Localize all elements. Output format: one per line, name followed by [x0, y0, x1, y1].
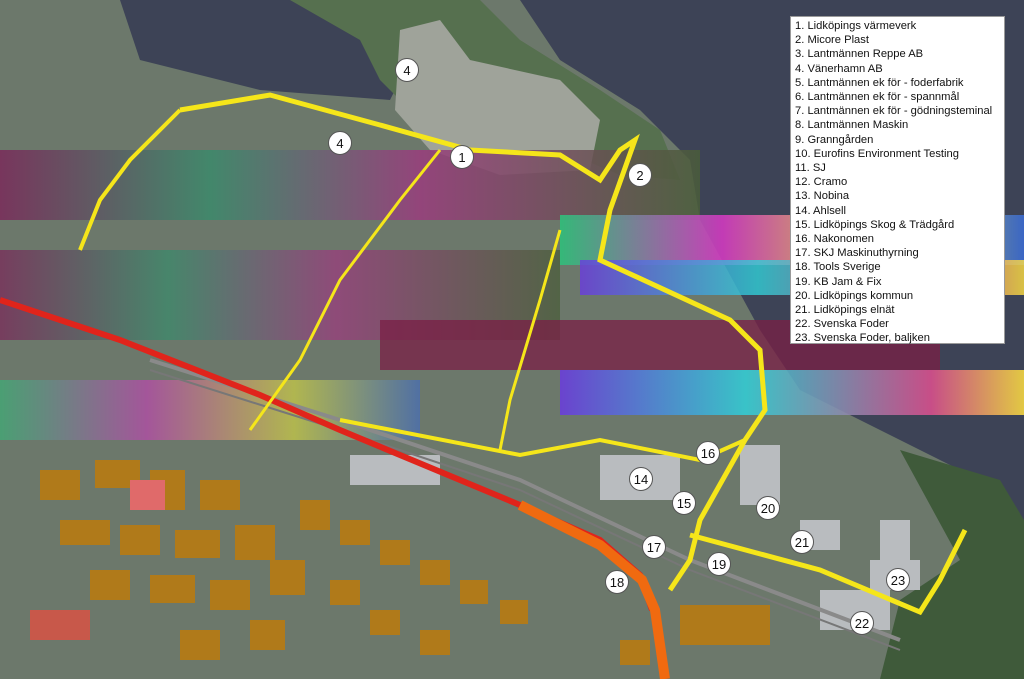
legend-item: 16. Nakonomen [795, 233, 874, 246]
legend-item: 14. Ahlsell [795, 204, 846, 217]
map-marker-22[interactable]: 22 [850, 611, 874, 635]
legend-item: 13. Nobina [795, 190, 850, 203]
legend-item: 18. Tools Sverige [795, 261, 881, 274]
legend-item: 19. KB Jam & Fix [795, 275, 882, 288]
map-marker-4[interactable]: 4 [328, 131, 352, 155]
map-marker-18[interactable]: 18 [605, 570, 629, 594]
legend-item: 5. Lantmännen ek för - foderfabrik [795, 76, 964, 89]
map-marker-4[interactable]: 4 [395, 58, 419, 82]
legend-item: 3. Lantmännen Reppe AB [795, 48, 924, 61]
legend-item: 20. Lidköpings kommun [795, 289, 914, 302]
map-legend: 1. Lidköpings värmeverk 2. Micore Plast … [790, 16, 1005, 344]
red-building [130, 480, 165, 510]
map-marker-15[interactable]: 15 [672, 491, 696, 515]
legend-item: 4. Vänerhamn AB [795, 62, 883, 75]
legend-item: 1. Lidköpings värmeverk [795, 20, 917, 32]
legend-item: 8. Lantmännen Maskin [795, 119, 909, 132]
legend-item: 2. Micore Plast [795, 34, 869, 47]
map-marker-20[interactable]: 20 [756, 496, 780, 520]
legend-item: 12. Cramo [795, 176, 848, 189]
map-marker-14[interactable]: 14 [629, 467, 653, 491]
map-marker-19[interactable]: 19 [707, 552, 731, 576]
legend-item: 15. Lidköpings Skog & Trädgård [795, 218, 955, 231]
legend-item: 9. Granngården [795, 133, 874, 146]
legend-item: 11. SJ [795, 162, 826, 175]
legend-item: 17. SKJ Maskinuthyrning [795, 247, 919, 260]
legend-item: 22. Svenska Foder [795, 318, 889, 331]
distortion-band [560, 370, 1024, 415]
map-marker-17[interactable]: 17 [642, 535, 666, 559]
legend-item: 21. Lidköpings elnät [795, 304, 895, 317]
map-marker-23[interactable]: 23 [886, 568, 910, 592]
legend-item: 10. Eurofins Environment Testing [795, 147, 959, 160]
legend-item: 7. Lantmännen ek för - gödningsteminal [795, 105, 993, 118]
legend-item: 6. Lantmännen ek för - spannmål [795, 91, 960, 104]
red-building [30, 610, 90, 640]
map-marker-21[interactable]: 21 [790, 530, 814, 554]
legend-item: 23. Svenska Foder, baljken [795, 332, 930, 345]
map-marker-1[interactable]: 1 [450, 145, 474, 169]
distortion-band [0, 150, 700, 220]
map-marker-16[interactable]: 16 [696, 441, 720, 465]
map-marker-2[interactable]: 2 [628, 163, 652, 187]
